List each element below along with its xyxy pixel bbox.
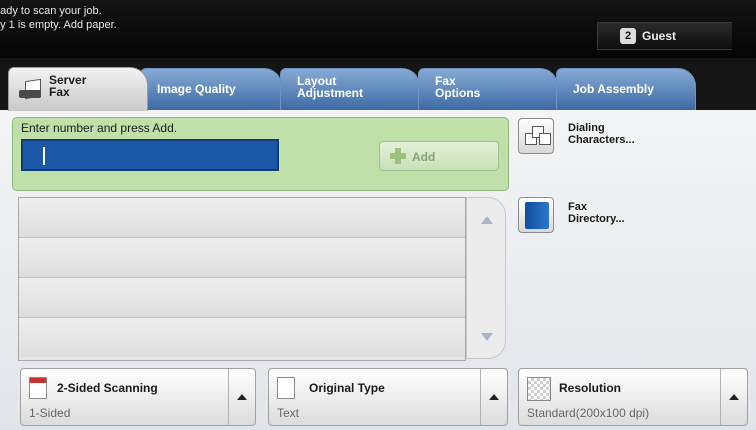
guest-label: Guest [642, 29, 677, 43]
tab-bar: Server Fax Image Quality Layout Adjustme… [0, 58, 756, 111]
fax-directory-label: Fax Directory... [568, 201, 625, 225]
recipient-list-scrollbar[interactable] [466, 197, 506, 359]
list-item[interactable] [19, 278, 465, 318]
fax-machine-icon [19, 78, 41, 100]
tab-server-fax[interactable]: Server Fax [8, 67, 148, 111]
entry-instructions: Enter number and press Add. [21, 121, 178, 135]
scroll-up-icon[interactable] [481, 216, 493, 224]
status-line-1: eady to scan your job. [0, 5, 102, 17]
add-button[interactable]: Add [379, 141, 499, 171]
status-bar: eady to scan your job. ay 1 is empty. Ad… [0, 0, 756, 58]
fax-number-entry-panel: Enter number and press Add. Add [12, 117, 509, 191]
resolution-value: Standard(200x100 dpi) [527, 406, 650, 420]
resolution-title: Resolution [559, 381, 621, 395]
resolution-grid-icon [527, 377, 551, 401]
status-line-2: ay 1 is empty. Add paper. [0, 19, 117, 31]
plus-icon [390, 148, 406, 164]
tab-fax-options[interactable]: Fax Options [418, 68, 558, 110]
text-caret [43, 147, 45, 165]
original-type-value: Text [277, 406, 300, 420]
fax-directory-button[interactable]: Fax Directory... [518, 197, 738, 237]
directory-book-icon [518, 197, 554, 233]
chevron-up-icon[interactable] [480, 369, 507, 425]
list-item[interactable] [19, 318, 465, 357]
recipient-list[interactable] [18, 197, 466, 361]
user-icon: 2 [620, 28, 636, 44]
dialing-characters-button[interactable]: Dialing Characters... [518, 118, 738, 158]
resolution-button[interactable]: Resolution Standard(200x100 dpi) [518, 368, 748, 426]
tab-layout-adjustment[interactable]: Layout Adjustment [280, 68, 420, 110]
tab-job-assembly[interactable]: Job Assembly [556, 68, 696, 110]
list-item[interactable] [19, 238, 465, 278]
server-fax-panel: Enter number and press Add. Add Dialing [0, 110, 756, 430]
chevron-up-icon[interactable] [228, 369, 255, 425]
fax-number-input[interactable] [21, 139, 279, 171]
status-message: eady to scan your job. ay 1 is empty. Ad… [0, 4, 117, 32]
add-button-label: Add [412, 150, 436, 164]
page-icon [277, 377, 295, 399]
dialing-characters-label: Dialing Characters... [568, 122, 635, 146]
guest-login-button[interactable]: 2 Guest [597, 22, 732, 50]
list-item[interactable] [19, 198, 465, 238]
chevron-up-icon[interactable] [720, 369, 747, 425]
two-sided-page-icon [29, 377, 47, 399]
tab-image-quality[interactable]: Image Quality [140, 68, 282, 110]
scroll-down-icon[interactable] [481, 333, 493, 341]
device-screen: eady to scan your job. ay 1 is empty. Ad… [0, 0, 756, 430]
keypad-icon [518, 118, 554, 154]
original-type-title: Original Type [309, 381, 385, 395]
original-type-button[interactable]: Original Type Text [268, 368, 508, 426]
two-sided-scanning-value: 1-Sided [29, 406, 71, 420]
two-sided-scanning-title: 2-Sided Scanning [57, 381, 158, 395]
two-sided-scanning-button[interactable]: 2-Sided Scanning 1-Sided [20, 368, 256, 426]
